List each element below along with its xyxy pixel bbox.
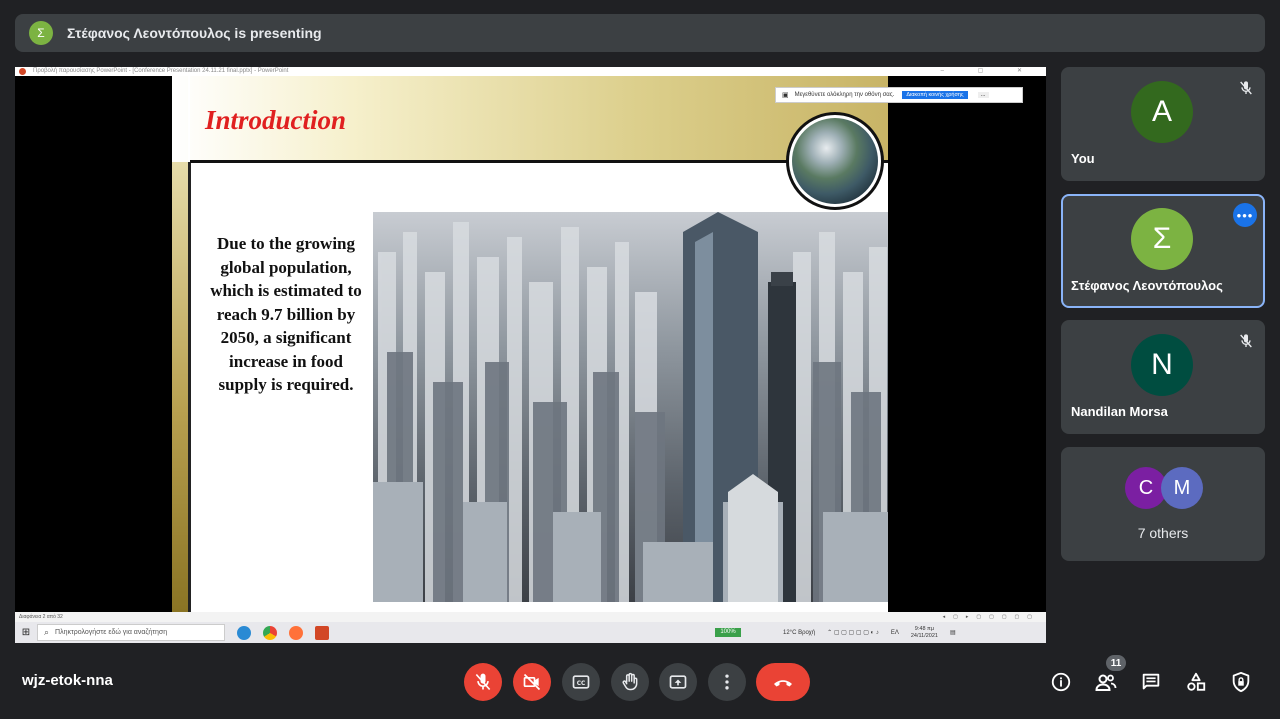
slide-divider: [188, 76, 190, 162]
activities-icon: [1187, 672, 1206, 691]
info-icon: [1051, 672, 1071, 692]
microphone-off-icon: [475, 673, 491, 691]
edge-icon[interactable]: [237, 625, 251, 640]
battery-indicator: 100%: [715, 628, 741, 637]
weather-widget[interactable]: 12°C Βροχή: [783, 630, 815, 636]
shared-screen: Προβολή παρουσίασης PowerPoint - [Confer…: [15, 67, 1046, 643]
more-options-icon[interactable]: •••: [1233, 203, 1257, 227]
host-controls-button[interactable]: [1227, 668, 1255, 696]
skyscrapers-graphic: [373, 212, 888, 602]
fullscreen-notice: ▣ Μεγεθύνετε ολόκληρη την οθόνη σας. Δια…: [775, 87, 1023, 103]
language-indicator[interactable]: ΕΛ: [891, 630, 899, 636]
taskbar-clock[interactable]: 9:48 πμ 24/11/2021: [911, 626, 938, 640]
powerpoint-status-bar: Διαφάνεια 2 από 32 ◂▢▸▢▢▢▢▢: [15, 612, 1046, 622]
globe-image: [792, 118, 878, 204]
participant-name: Nandilan Morsa: [1071, 404, 1168, 419]
system-tray: 100% 12°C Βροχή ⌃ ▢ ▢ ▢ ▢ ▢ ◐ ♪ ΕΛ 9:48 …: [715, 622, 956, 643]
present-screen-button[interactable]: [659, 663, 697, 701]
powerpoint-icon: [19, 68, 26, 75]
present-screen-icon: [669, 675, 687, 689]
fullscreen-notice-text: Μεγεθύνετε ολόκληρη την οθόνη σας.: [794, 92, 895, 98]
powerpoint-title-bar: Προβολή παρουσίασης PowerPoint - [Confer…: [15, 67, 1046, 76]
leave-call-button[interactable]: [756, 663, 810, 701]
tray-icons[interactable]: ⌃ ▢ ▢ ▢ ▢ ▢ ◐ ♪: [827, 629, 879, 636]
meeting-details-button[interactable]: [1047, 668, 1075, 696]
presenter-avatar: Σ: [29, 21, 53, 45]
firefox-icon[interactable]: [289, 625, 303, 640]
others-avatars: C M: [1125, 467, 1245, 511]
slide-divider: [190, 160, 888, 163]
taskbar-search-box[interactable]: ⌕ Πληκτρολογήστε εδώ για αναζήτηση: [37, 624, 225, 641]
participant-tile-nandilan[interactable]: N Nandilan Morsa: [1061, 320, 1265, 434]
presenting-banner: Σ Στέφανος Λεοντόπουλος is presenting: [15, 14, 1265, 52]
presenting-text: Στέφανος Λεοντόπουλος is presenting: [67, 25, 322, 41]
taskbar-apps: [237, 625, 341, 640]
microphone-off-icon: [1233, 75, 1259, 101]
captions-button[interactable]: CC: [562, 663, 600, 701]
more-options-button[interactable]: [708, 663, 746, 701]
participant-name: You: [1071, 151, 1095, 166]
more-vert-icon: [725, 674, 729, 690]
stop-sharing-button[interactable]: Διακοπή κοινής χρήσης: [902, 91, 968, 99]
participant-avatar: M: [1161, 467, 1203, 509]
shield-lock-icon: [1232, 671, 1250, 693]
windows-start-icon[interactable]: ⊞: [15, 627, 37, 638]
hang-up-icon: [774, 680, 792, 687]
participant-avatar: N: [1131, 334, 1193, 396]
windows-taskbar: ⊞ ⌕ Πληκτρολογήστε εδώ για αναζήτηση 100…: [15, 622, 1046, 643]
powerpoint-taskbar-icon[interactable]: [315, 625, 329, 640]
notifications-icon[interactable]: ▤: [950, 629, 956, 636]
microphone-toggle-button[interactable]: [464, 663, 502, 701]
slide-body-text: Due to the growing global population, wh…: [210, 234, 362, 394]
taskbar-search-placeholder: Πληκτρολογήστε εδώ για αναζήτηση: [55, 629, 168, 636]
notice-more-button[interactable]: ...: [977, 92, 989, 98]
participant-tile-presenter[interactable]: Σ ••• Στέφανος Λεοντόπουλος: [1061, 194, 1265, 308]
others-tile[interactable]: C M 7 others: [1061, 447, 1265, 561]
window-controls: – ▢ ✕: [940, 68, 1038, 74]
chat-icon: [1142, 673, 1160, 690]
hand-icon: [622, 672, 638, 691]
people-icon: [1095, 674, 1117, 691]
others-label: 7 others: [1137, 525, 1189, 541]
camera-toggle-button[interactable]: [513, 663, 551, 701]
screen-icon: ▣: [782, 92, 789, 99]
slide-counter: Διαφάνεια 2 από 32: [19, 614, 63, 620]
raise-hand-button[interactable]: [611, 663, 649, 701]
chrome-icon[interactable]: [263, 625, 277, 640]
window-title: Προβολή παρουσίασης PowerPoint - [Confer…: [33, 68, 289, 74]
people-count-badge: 11: [1106, 655, 1126, 671]
captions-icon: CC: [572, 675, 590, 689]
participant-name: Στέφανος Λεοντόπουλος: [1071, 278, 1223, 293]
microphone-off-icon: [1233, 328, 1259, 354]
clock-time: 9:48 πμ: [914, 625, 934, 632]
clock-date: 24/11/2021: [910, 632, 938, 639]
people-button[interactable]: [1092, 668, 1120, 696]
view-buttons[interactable]: ◂▢▸▢▢▢▢▢: [943, 612, 1040, 622]
presentation-slide: Introduction Due to the growing global p…: [172, 76, 888, 612]
svg-text:CC: CC: [577, 681, 586, 687]
slide-title: Introduction: [205, 105, 347, 135]
search-icon: ⌕: [44, 627, 50, 637]
city-skyline-image: [373, 212, 888, 602]
participant-tile-you[interactable]: A You: [1061, 67, 1265, 181]
slide-divider: [188, 162, 191, 612]
meeting-code: wjz-etok-nna: [22, 672, 113, 689]
activities-button[interactable]: [1182, 668, 1210, 696]
camera-off-icon: [523, 673, 541, 691]
participant-avatar: Σ: [1131, 208, 1193, 270]
participant-avatar: A: [1131, 81, 1193, 143]
chat-button[interactable]: [1137, 668, 1165, 696]
